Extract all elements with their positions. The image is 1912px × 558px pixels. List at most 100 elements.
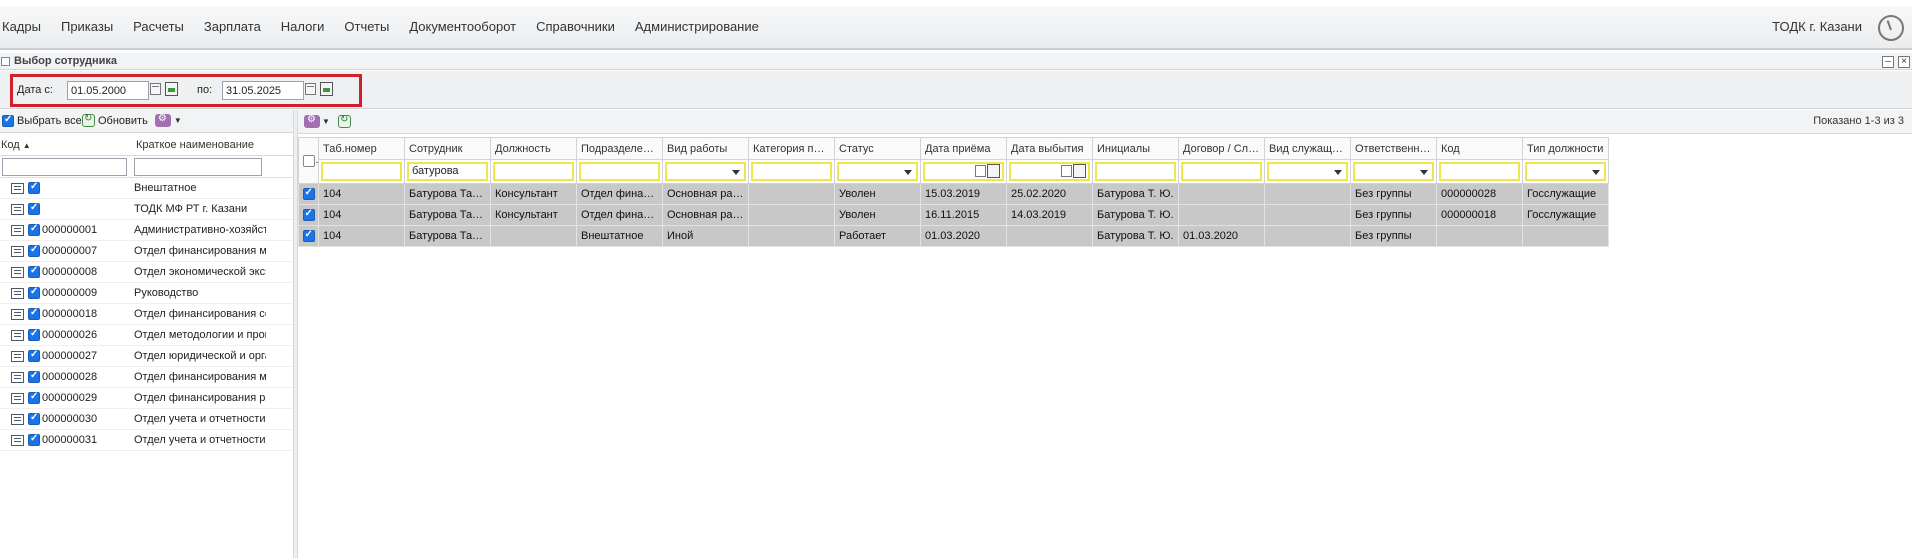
column-header[interactable]: Вид служащего — [1264, 137, 1351, 160]
date-pick-icon[interactable] — [987, 164, 1000, 178]
col-name-header[interactable]: Краткое наименование — [136, 139, 254, 151]
column-header[interactable]: Договор / Служе... — [1178, 137, 1265, 160]
row-checkbox[interactable] — [28, 391, 40, 404]
column-header[interactable]: Ответственный ... — [1350, 137, 1437, 160]
column-filter-input[interactable] — [665, 162, 746, 181]
calendar-icon[interactable] — [150, 83, 161, 95]
tree-node-icon[interactable] — [11, 267, 24, 278]
close-button[interactable]: × — [1898, 56, 1910, 68]
date-pick-icon[interactable] — [1073, 164, 1086, 178]
row-checkbox[interactable] — [28, 181, 40, 194]
row-checkbox[interactable] — [302, 229, 315, 243]
list-item[interactable]: ТОДК МФ РТ г. Казани — [0, 199, 294, 220]
tree-node-icon[interactable] — [11, 414, 24, 425]
column-filter-input[interactable]: батурова — [407, 162, 488, 181]
list-item[interactable]: Внештатное — [0, 178, 294, 199]
row-checkbox[interactable] — [28, 370, 40, 383]
column-header[interactable]: Код — [1436, 137, 1523, 160]
list-item[interactable]: 000000018 Отдел финансирования социальной… — [0, 304, 294, 325]
column-filter-input[interactable] — [1181, 162, 1262, 181]
column-header[interactable]: Статус — [834, 137, 921, 160]
column-filter-input[interactable] — [1267, 162, 1348, 181]
calendar-icon[interactable] — [305, 83, 316, 95]
column-header[interactable]: Должность — [490, 137, 577, 160]
list-item[interactable]: 000000028 Отдел финансирования муниципаль… — [0, 367, 294, 388]
tree-node-icon[interactable] — [11, 288, 24, 299]
list-item[interactable]: 000000026 Отдел методологии и процедур — [0, 325, 294, 346]
menu-item-kadry[interactable]: Кадры — [2, 19, 41, 34]
refresh-button[interactable]: Обновить ▼ — [82, 113, 182, 127]
column-header[interactable]: Вид работы — [662, 137, 749, 160]
list-item[interactable]: 000000031 Отдел учета и отчетности — [0, 430, 294, 451]
menu-item-salary[interactable]: Зарплата — [204, 19, 261, 34]
row-checkbox[interactable] — [28, 265, 40, 278]
column-filter-input[interactable] — [1525, 162, 1606, 181]
list-item[interactable]: 000000027 Отдел юридической и организацио… — [0, 346, 294, 367]
column-header[interactable]: Дата выбытия — [1006, 137, 1093, 160]
refresh-icon[interactable] — [338, 114, 351, 128]
column-header[interactable]: Сотрудник — [404, 137, 491, 160]
settings-icon[interactable] — [304, 114, 320, 128]
calendar-icon[interactable] — [1061, 165, 1072, 177]
tree-node-icon[interactable] — [11, 435, 24, 446]
code-filter-input[interactable] — [2, 158, 127, 176]
table-row[interactable]: 104Батурова Татьян... ВнештатноеИной Работ… — [298, 225, 1609, 247]
tree-node-icon[interactable] — [11, 372, 24, 383]
list-item[interactable]: 000000029 Отдел финансирования расходов — [0, 388, 294, 409]
row-checkbox[interactable] — [28, 286, 40, 299]
column-header[interactable]: Тип должности — [1522, 137, 1609, 160]
column-filter-input[interactable] — [1095, 162, 1176, 181]
tree-node-icon[interactable] — [11, 204, 24, 215]
menu-item-orders[interactable]: Приказы — [61, 19, 113, 34]
column-filter-input[interactable] — [579, 162, 660, 181]
list-item[interactable]: 000000007 Отдел финансирования межбюджетн… — [0, 241, 294, 262]
select-all-rows-checkbox[interactable] — [303, 154, 315, 167]
column-header[interactable]: Инициалы — [1092, 137, 1179, 160]
list-item[interactable]: 000000009 Руководство — [0, 283, 294, 304]
column-filter-input[interactable] — [1439, 162, 1520, 181]
tree-node-icon[interactable] — [11, 351, 24, 362]
row-checkbox[interactable] — [28, 202, 40, 215]
chevron-down-icon[interactable]: ▼ — [174, 116, 182, 125]
calendar-icon[interactable] — [975, 165, 986, 177]
row-checkbox[interactable] — [28, 307, 40, 320]
column-filter-input[interactable] — [837, 162, 918, 181]
list-item[interactable]: 000000030 Отдел учета и отчетности — [0, 409, 294, 430]
menu-item-reports[interactable]: Отчеты — [344, 19, 389, 34]
column-filter-input[interactable] — [1009, 162, 1090, 181]
tree-node-icon[interactable] — [11, 225, 24, 236]
column-filter-input[interactable] — [321, 162, 402, 181]
menu-item-documents[interactable]: Документооборот — [409, 19, 516, 34]
chevron-down-icon[interactable]: ▼ — [322, 117, 330, 126]
date-from-input[interactable]: 01.05.2000 — [67, 81, 149, 100]
row-checkbox[interactable] — [302, 208, 315, 222]
row-checkbox[interactable] — [28, 223, 40, 236]
column-filter-input[interactable] — [1353, 162, 1434, 181]
row-checkbox[interactable] — [28, 349, 40, 362]
column-filter-input[interactable] — [923, 162, 1004, 181]
name-filter-input[interactable] — [134, 158, 262, 176]
tree-node-icon[interactable] — [11, 246, 24, 257]
minimize-button[interactable]: – — [1882, 56, 1894, 68]
date-to-input[interactable]: 31.05.2025 — [222, 81, 304, 100]
row-checkbox[interactable] — [28, 433, 40, 446]
clock-icon[interactable] — [1878, 15, 1904, 41]
list-item[interactable]: 000000001 Административно-хозяйственный о… — [0, 220, 294, 241]
settings-menu-button[interactable]: ▼ — [304, 114, 330, 128]
menu-item-administration[interactable]: Администрирование — [635, 19, 759, 34]
tree-node-icon[interactable] — [11, 393, 24, 404]
settings-icon[interactable] — [154, 113, 171, 127]
column-header[interactable]: Подразделение — [576, 137, 663, 160]
col-code-header[interactable]: Код ▲ — [1, 139, 31, 151]
menu-item-taxes[interactable]: Налоги — [281, 19, 325, 34]
row-checkbox[interactable] — [28, 328, 40, 341]
table-row[interactable]: 104Батурова Татьян...КонсультантОтдел фи… — [298, 183, 1609, 205]
column-header[interactable]: Категория персо... — [748, 137, 835, 160]
menu-item-calculations[interactable]: Расчеты — [133, 19, 184, 34]
menu-item-references[interactable]: Справочники — [536, 19, 615, 34]
column-filter-input[interactable] — [493, 162, 574, 181]
row-checkbox[interactable] — [28, 244, 40, 257]
table-row[interactable]: 104Батурова Татьян...КонсультантОтдел фи… — [298, 204, 1609, 226]
row-checkbox[interactable] — [28, 412, 40, 425]
column-header[interactable]: Дата приёма — [920, 137, 1007, 160]
